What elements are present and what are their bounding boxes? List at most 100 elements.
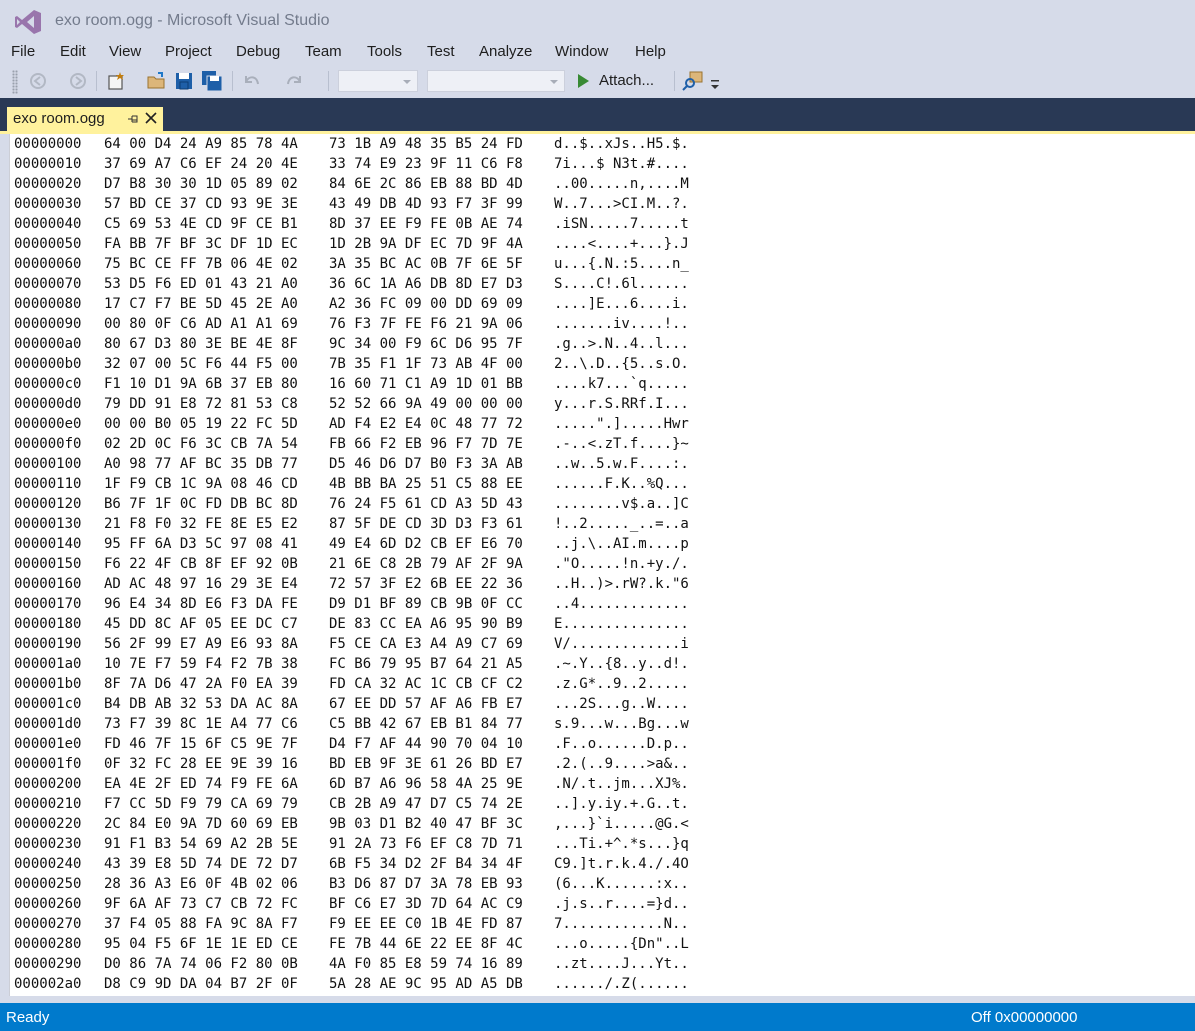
hex-address[interactable]: 000000b0 — [14, 354, 81, 374]
open-file-icon[interactable] — [146, 70, 168, 92]
menu-window[interactable]: Window — [555, 42, 608, 62]
ascii-text[interactable]: ..00.....n,....M — [554, 174, 689, 194]
hex-bytes-second-half[interactable]: 67 EE DD 57 AF A6 FB E7 — [329, 694, 523, 714]
hex-bytes-first-half[interactable]: 91 F1 B3 54 69 A2 2B 5E — [104, 834, 298, 854]
hex-address[interactable]: 00000110 — [14, 474, 81, 494]
hex-address[interactable]: 000000d0 — [14, 394, 81, 414]
hex-bytes-first-half[interactable]: 21 F8 F0 32 FE 8E E5 E2 — [104, 514, 298, 534]
ascii-text[interactable]: 7............N.. — [554, 914, 689, 934]
hex-bytes-second-half[interactable]: D9 D1 BF 89 CB 9B 0F CC — [329, 594, 523, 614]
hex-address[interactable]: 00000020 — [14, 174, 81, 194]
hex-bytes-first-half[interactable]: 00 80 0F C6 AD A1 A1 69 — [104, 314, 298, 334]
hex-bytes-second-half[interactable]: 3A 35 BC AC 0B 7F 6E 5F — [329, 254, 523, 274]
hex-bytes-first-half[interactable]: 8F 7A D6 47 2A F0 EA 39 — [104, 674, 298, 694]
hex-bytes-first-half[interactable]: B4 DB AB 32 53 DA AC 8A — [104, 694, 298, 714]
hex-bytes-second-half[interactable]: AD F4 E2 E4 0C 48 77 72 — [329, 414, 523, 434]
hex-bytes-second-half[interactable]: FE 7B 44 6E 22 EE 8F 4C — [329, 934, 523, 954]
hex-address[interactable]: 00000210 — [14, 794, 81, 814]
ascii-text[interactable]: ....]E...6....i. — [554, 294, 689, 314]
hex-bytes-first-half[interactable]: D7 B8 30 30 1D 05 89 02 — [104, 174, 298, 194]
hex-address[interactable]: 00000280 — [14, 934, 81, 954]
menu-project[interactable]: Project — [165, 42, 212, 62]
ascii-text[interactable]: ...2S...g..W.... — [554, 694, 689, 714]
hex-bytes-first-half[interactable]: 73 F7 39 8C 1E A4 77 C6 — [104, 714, 298, 734]
hex-address[interactable]: 00000000 — [14, 134, 81, 154]
redo-icon[interactable] — [284, 70, 306, 92]
hex-address[interactable]: 00000010 — [14, 154, 81, 174]
hex-bytes-second-half[interactable]: 87 5F DE CD 3D D3 F3 61 — [329, 514, 523, 534]
hex-bytes-first-half[interactable]: 45 DD 8C AF 05 EE DC C7 — [104, 614, 298, 634]
menu-view[interactable]: View — [109, 42, 141, 62]
hex-bytes-first-half[interactable]: 9F 6A AF 73 C7 CB 72 FC — [104, 894, 298, 914]
menu-help[interactable]: Help — [635, 42, 666, 62]
ascii-text[interactable]: ....../.Z(...... — [554, 974, 689, 994]
hex-bytes-second-half[interactable]: BD EB 9F 3E 61 26 BD E7 — [329, 754, 523, 774]
start-play-icon[interactable] — [574, 70, 592, 92]
hex-bytes-first-half[interactable]: EA 4E 2F ED 74 F9 FE 6A — [104, 774, 298, 794]
ascii-text[interactable]: ..4............. — [554, 594, 689, 614]
hex-bytes-second-half[interactable]: 21 6E C8 2B 79 AF 2F 9A — [329, 554, 523, 574]
hex-bytes-first-half[interactable]: F6 22 4F CB 8F EF 92 0B — [104, 554, 298, 574]
hex-bytes-first-half[interactable]: 56 2F 99 E7 A9 E6 93 8A — [104, 634, 298, 654]
hex-bytes-first-half[interactable]: 28 36 A3 E6 0F 4B 02 06 — [104, 874, 298, 894]
ascii-text[interactable]: ......F.K..%Q... — [554, 474, 689, 494]
hex-address[interactable]: 000001a0 — [14, 654, 81, 674]
ascii-text[interactable]: .-..<.zT.f....}~ — [554, 434, 689, 454]
hex-address[interactable]: 00000290 — [14, 954, 81, 974]
pin-tab-icon[interactable] — [127, 113, 139, 125]
hex-bytes-second-half[interactable]: 73 1B A9 48 35 B5 24 FD — [329, 134, 523, 154]
ascii-text[interactable]: ."O.....!n.+y./. — [554, 554, 689, 574]
ascii-text[interactable]: ..H..)>.rW?.k."6 — [554, 574, 689, 594]
hex-bytes-second-half[interactable]: D4 F7 AF 44 90 70 04 10 — [329, 734, 523, 754]
toolbar-overflow-icon[interactable] — [708, 70, 722, 92]
hex-address[interactable]: 00000050 — [14, 234, 81, 254]
ascii-text[interactable]: .z.G*..9..2..... — [554, 674, 689, 694]
hex-bytes-second-half[interactable]: 8D 37 EE F9 FE 0B AE 74 — [329, 214, 523, 234]
hex-bytes-second-half[interactable]: CB 2B A9 47 D7 C5 74 2E — [329, 794, 523, 814]
hex-address[interactable]: 00000220 — [14, 814, 81, 834]
attach-button[interactable]: Attach... — [599, 72, 654, 89]
ascii-text[interactable]: y...r.S.RRf.I... — [554, 394, 689, 414]
hex-address[interactable]: 00000200 — [14, 774, 81, 794]
ascii-text[interactable]: ...o.....{Dn"..L — [554, 934, 689, 954]
navigate-back-icon[interactable] — [28, 70, 48, 92]
ascii-text[interactable]: .......iv....!.. — [554, 314, 689, 334]
ascii-text[interactable]: s.9...w...Bg...w — [554, 714, 689, 734]
hex-bytes-second-half[interactable]: 9C 34 00 F9 6C D6 95 7F — [329, 334, 523, 354]
menu-edit[interactable]: Edit — [60, 42, 86, 62]
ascii-text[interactable]: .....".].....Hwr — [554, 414, 689, 434]
hex-bytes-first-half[interactable]: A0 98 77 AF BC 35 DB 77 — [104, 454, 298, 474]
ascii-text[interactable]: u...{.N.:5....n_ — [554, 254, 689, 274]
hex-address[interactable]: 000000c0 — [14, 374, 81, 394]
hex-bytes-first-half[interactable]: 37 F4 05 88 FA 9C 8A F7 — [104, 914, 298, 934]
hex-address[interactable]: 00000230 — [14, 834, 81, 854]
save-icon[interactable] — [174, 70, 194, 92]
hex-bytes-first-half[interactable]: 79 DD 91 E8 72 81 53 C8 — [104, 394, 298, 414]
hex-bytes-first-half[interactable]: AD AC 48 97 16 29 3E E4 — [104, 574, 298, 594]
hex-bytes-first-half[interactable]: 96 E4 34 8D E6 F3 DA FE — [104, 594, 298, 614]
hex-address[interactable]: 00000270 — [14, 914, 81, 934]
hex-address[interactable]: 00000250 — [14, 874, 81, 894]
ascii-text[interactable]: W..7...>CI.M..?. — [554, 194, 689, 214]
hex-address[interactable]: 00000240 — [14, 854, 81, 874]
ascii-text[interactable]: V/.............i — [554, 634, 689, 654]
ascii-text[interactable]: ..zt....J...Yt.. — [554, 954, 689, 974]
ascii-text[interactable]: ........v$.a..]C — [554, 494, 689, 514]
hex-address[interactable]: 00000030 — [14, 194, 81, 214]
hex-bytes-first-half[interactable]: 80 67 D3 80 3E BE 4E 8F — [104, 334, 298, 354]
hex-bytes-first-half[interactable]: 75 BC CE FF 7B 06 4E 02 — [104, 254, 298, 274]
hex-address[interactable]: 00000090 — [14, 314, 81, 334]
hex-address[interactable]: 00000120 — [14, 494, 81, 514]
hex-address[interactable]: 000000f0 — [14, 434, 81, 454]
hex-address[interactable]: 00000040 — [14, 214, 81, 234]
hex-bytes-second-half[interactable]: 1D 2B 9A DF EC 7D 9F 4A — [329, 234, 523, 254]
hex-bytes-second-half[interactable]: C5 BB 42 67 EB B1 84 77 — [329, 714, 523, 734]
hex-bytes-first-half[interactable]: 64 00 D4 24 A9 85 78 4A — [104, 134, 298, 154]
ascii-text[interactable]: .~.Y..{8..y..d!. — [554, 654, 689, 674]
hex-bytes-first-half[interactable]: D8 C9 9D DA 04 B7 2F 0F — [104, 974, 298, 994]
hex-bytes-first-half[interactable]: 37 69 A7 C6 EF 24 20 4E — [104, 154, 298, 174]
ascii-text[interactable]: ,...}`i.....@G.< — [554, 814, 689, 834]
ascii-text[interactable]: ....k7...`q..... — [554, 374, 689, 394]
menu-analyze[interactable]: Analyze — [479, 42, 532, 62]
ascii-text[interactable]: ..j.\..AI.m....p — [554, 534, 689, 554]
